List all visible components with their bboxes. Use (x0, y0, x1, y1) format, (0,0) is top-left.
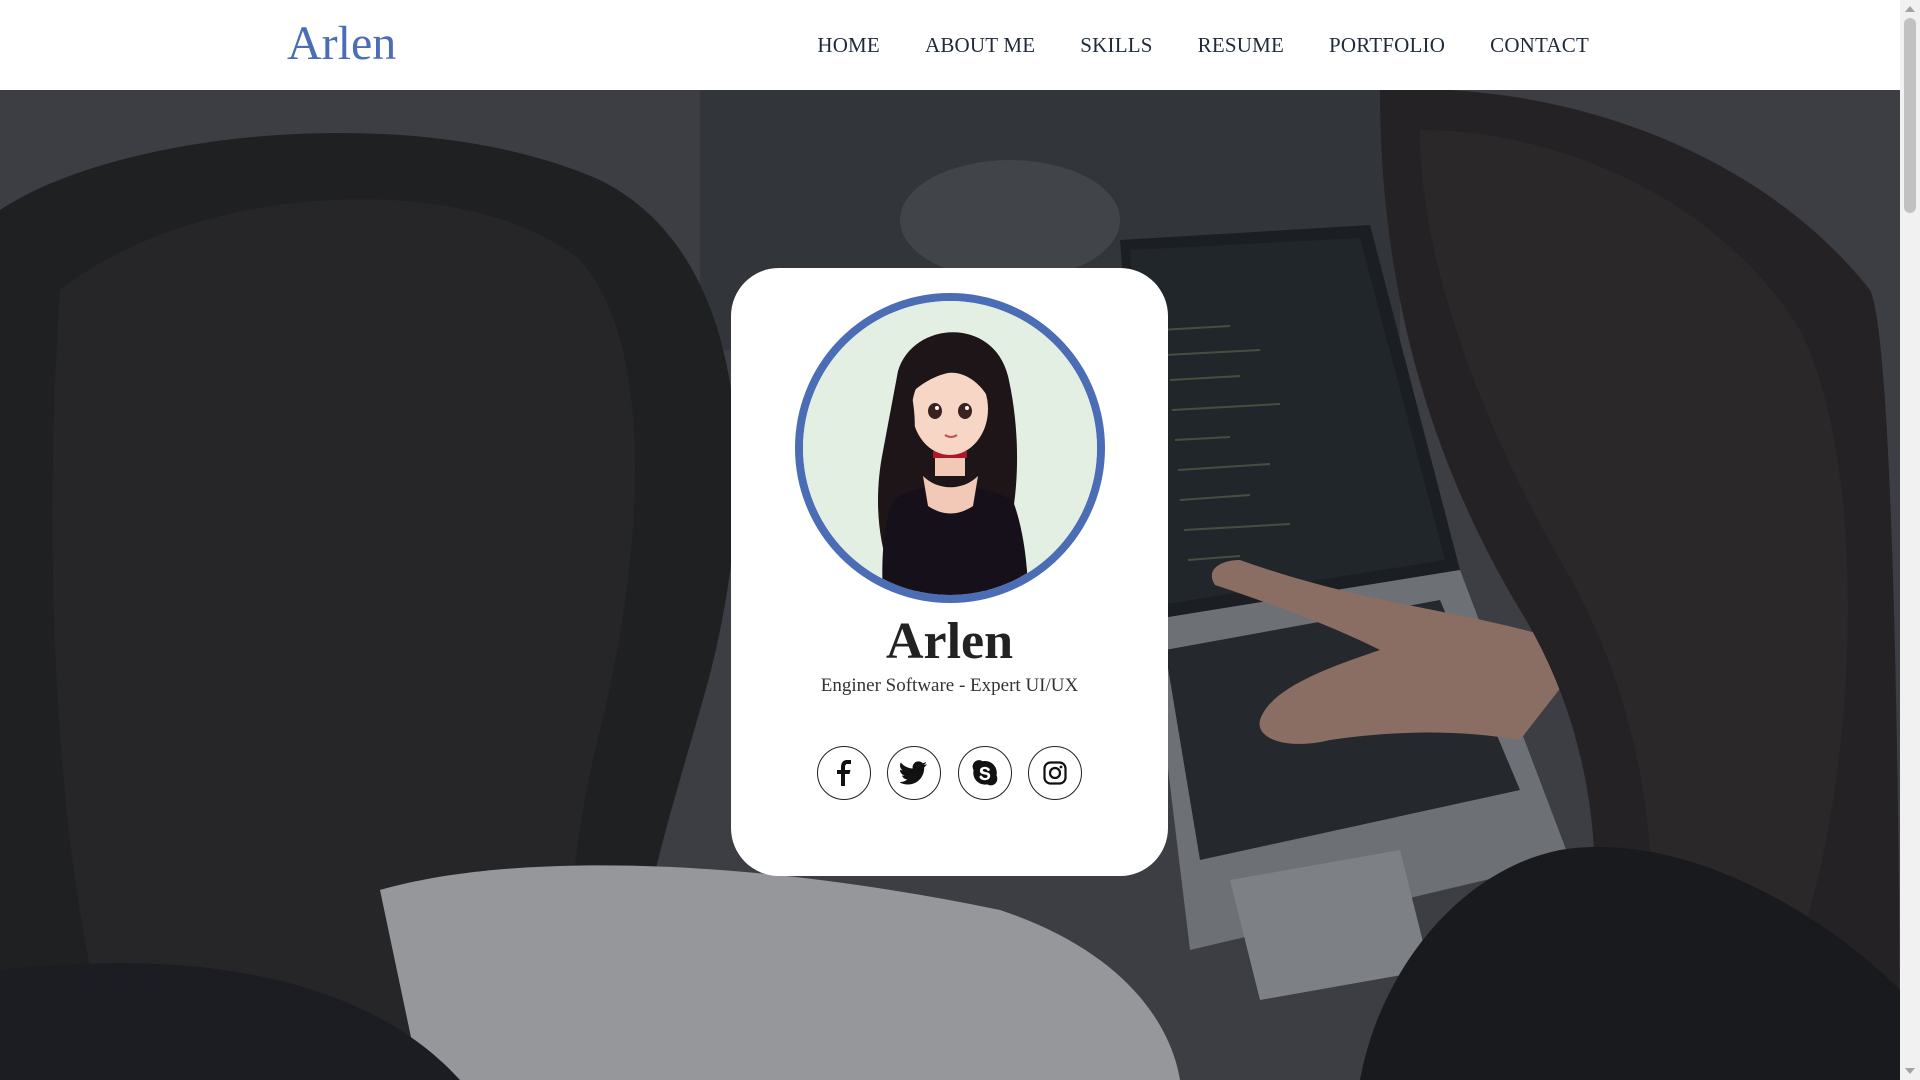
twitter-icon (900, 761, 928, 785)
top-navbar: Arlen HOME ABOUT ME SKILLS RESUME PORTFO… (0, 0, 1900, 90)
profile-card: Arlen Enginer Software - Expert UI/UX (731, 268, 1168, 876)
nav-link-resume[interactable]: RESUME (1198, 33, 1284, 58)
profile-role: Enginer Software - Expert UI/UX (820, 675, 1079, 696)
facebook-button[interactable] (817, 746, 871, 800)
nav-link-home[interactable]: HOME (817, 33, 880, 58)
nav-link-about-me[interactable]: ABOUT ME (925, 33, 1035, 58)
scroll-up-arrow-icon[interactable] (1905, 6, 1915, 12)
twitter-button[interactable] (887, 746, 942, 800)
social-links (817, 746, 1082, 800)
nav-link-skills[interactable]: SKILLS (1080, 33, 1152, 58)
instagram-icon (1043, 761, 1067, 785)
profile-name: Arlen (885, 613, 1014, 670)
profile-avatar (795, 293, 1105, 603)
page-scrollbar[interactable] (1900, 0, 1920, 1080)
scroll-down-arrow-icon[interactable] (1905, 1068, 1915, 1074)
nav-link-contact[interactable]: CONTACT (1490, 33, 1589, 58)
scroll-thumb[interactable] (1904, 18, 1916, 213)
instagram-button[interactable] (1027, 746, 1082, 800)
facebook-icon (837, 760, 851, 786)
skype-icon (972, 760, 997, 786)
anime-girl-avatar-icon (803, 301, 1097, 595)
nav-links: HOME ABOUT ME SKILLS RESUME PORTFOLIO CO… (817, 0, 1589, 90)
nav-link-portfolio[interactable]: PORTFOLIO (1329, 33, 1445, 58)
brand-logo[interactable]: Arlen (287, 14, 396, 74)
skype-button[interactable] (957, 746, 1012, 800)
